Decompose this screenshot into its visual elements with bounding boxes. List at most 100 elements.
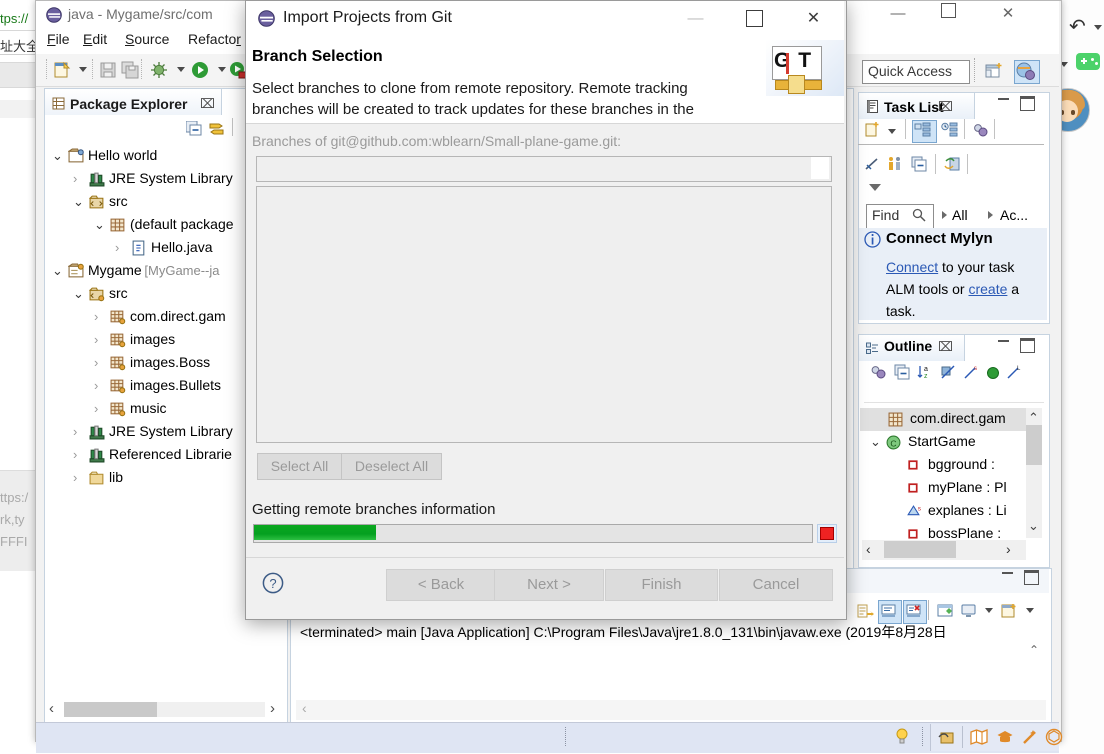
chevron-down-icon[interactable]: ⌄	[73, 286, 84, 302]
eclipse-minimize-button[interactable]: —	[875, 1, 921, 27]
synchronize-icon[interactable]	[972, 122, 989, 138]
collapse-all-icon[interactable]	[186, 121, 202, 136]
dialog-close-button[interactable]: ✕	[784, 1, 843, 37]
presentation-icon[interactable]	[887, 156, 904, 172]
run-dropdown-arrow-icon[interactable]	[218, 67, 226, 72]
new-dropdown-arrow-icon[interactable]	[79, 67, 87, 72]
undo-dropdown-arrow-icon[interactable]	[1094, 25, 1102, 30]
task-filter-active[interactable]: Ac...	[1000, 207, 1028, 223]
search-icon[interactable]	[912, 208, 926, 222]
tree-item-images-bullets[interactable]: › images.Bullets	[0, 375, 238, 398]
java-perspective-icon[interactable]	[1014, 60, 1040, 84]
outline-item-bgground[interactable]: bgground :	[860, 454, 1028, 477]
task-filter-all[interactable]: All	[952, 207, 968, 223]
maximize-icon[interactable]	[1020, 96, 1035, 111]
new-wizard-icon[interactable]	[53, 61, 71, 79]
vscroll-up-arrow[interactable]: ⌃	[1028, 410, 1039, 426]
help-icon[interactable]: ?	[262, 572, 284, 594]
collapse-all-icon[interactable]	[911, 156, 928, 172]
outline-item-myplane-pl[interactable]: myPlane : Pl	[860, 477, 1028, 500]
tree-item-music[interactable]: › music	[0, 398, 238, 421]
hide-nonpublic-icon[interactable]	[987, 367, 999, 379]
menu-edit[interactable]: Edit	[83, 31, 107, 47]
minimize-icon[interactable]	[1002, 572, 1013, 574]
open-console-icon[interactable]	[937, 603, 954, 619]
save-icon[interactable]	[99, 61, 117, 79]
tree-item-images-boss[interactable]: › images.Boss	[0, 352, 238, 375]
chevron-right-icon[interactable]: ›	[94, 401, 98, 416]
chevron-down-icon[interactable]: ⌄	[73, 194, 84, 210]
filter-all-arrow-icon[interactable]	[942, 211, 947, 219]
outline-item-startgame[interactable]: ⌄ C StartGame	[860, 431, 1028, 454]
tree-item-src[interactable]: ⌄ src	[0, 283, 238, 306]
branch-filter-input[interactable]	[256, 156, 832, 182]
next-button[interactable]: Next >	[494, 569, 604, 601]
close-icon[interactable]: ⌧	[938, 99, 953, 115]
new-console-icon[interactable]	[1001, 603, 1018, 619]
restore-icon[interactable]	[944, 156, 961, 172]
tree-item-com-direct-gam[interactable]: › com.direct.gam	[0, 306, 238, 329]
open-perspective-icon[interactable]	[985, 62, 1004, 80]
chevron-down-icon[interactable]: ⌄	[52, 148, 63, 164]
scheduled-icon[interactable]	[941, 122, 958, 138]
view-menu-icon[interactable]	[869, 184, 881, 191]
collapse-all-icon[interactable]	[894, 364, 911, 380]
new-console-dropdown-arrow-icon[interactable]	[1026, 608, 1034, 613]
minimize-icon[interactable]	[998, 98, 1009, 100]
select-all-button[interactable]: Select All	[257, 453, 342, 480]
display-selected-console-icon[interactable]	[960, 603, 977, 619]
chevron-down-icon[interactable]: ⌄	[52, 263, 63, 279]
new-task-icon[interactable]	[864, 122, 881, 138]
chevron-right-icon[interactable]: ›	[115, 240, 119, 255]
display-dropdown-arrow-icon[interactable]	[985, 608, 993, 613]
tree-item-src[interactable]: ⌄ src	[0, 191, 238, 214]
console-hscrollbar[interactable]: ‹	[296, 700, 1046, 720]
chevron-right-icon[interactable]: ›	[94, 332, 98, 347]
chevron-right-icon[interactable]: ›	[94, 309, 98, 324]
finish-button[interactable]: Finish	[605, 569, 718, 601]
maximize-icon[interactable]	[1020, 338, 1035, 353]
deselect-all-button[interactable]: Deselect All	[341, 453, 442, 480]
sync-icon[interactable]	[870, 364, 887, 380]
chevron-down-icon[interactable]: ⌄	[870, 434, 881, 450]
chevron-right-icon[interactable]: ›	[73, 447, 77, 462]
tree-item-mygame[interactable]: ⌄ Mygame [MyGame--ja	[0, 260, 238, 283]
chevron-right-icon[interactable]: ›	[94, 355, 98, 370]
cancel-button[interactable]: Cancel	[719, 569, 833, 601]
close-icon[interactable]: ⌧	[200, 96, 215, 112]
branch-list[interactable]	[256, 186, 832, 443]
close-icon[interactable]: ⌧	[938, 339, 953, 355]
chevron-right-icon[interactable]: ›	[73, 171, 77, 186]
vscroll-thumb[interactable]	[1026, 425, 1042, 465]
map-icon[interactable]	[970, 728, 988, 746]
remove-all-icon[interactable]	[857, 603, 874, 619]
tree-item-images[interactable]: › images	[0, 329, 238, 352]
dialog-minimize-button[interactable]: —	[666, 1, 725, 37]
debug-dropdown-arrow-icon[interactable]	[177, 67, 185, 72]
sort-icon[interactable]: a z	[917, 364, 934, 380]
hscroll-thumb[interactable]	[884, 541, 956, 558]
chevron-right-icon[interactable]: ›	[73, 470, 77, 485]
chevron-right-icon[interactable]: ›	[73, 424, 77, 439]
hide-static-icon[interactable]: s	[963, 364, 980, 380]
dialog-maximize-button[interactable]	[725, 1, 784, 37]
chevron-down-icon[interactable]: ⌄	[94, 217, 105, 233]
tree-item-referenced-librarie[interactable]: › Referenced Librarie	[0, 444, 238, 467]
hscroll-left-arrow[interactable]: ‹	[49, 700, 54, 717]
maximize-icon[interactable]	[1024, 570, 1039, 585]
run-icon[interactable]	[191, 61, 209, 79]
save-all-icon[interactable]	[121, 61, 139, 79]
tree-item-default-package[interactable]: ⌄ (default package	[0, 214, 238, 237]
hide-fields-icon[interactable]	[940, 364, 957, 380]
vscroll-down-arrow[interactable]: ⌄	[1028, 518, 1039, 534]
feedback-icon[interactable]	[937, 728, 955, 746]
undo-arrow-icon[interactable]: ↶	[1069, 14, 1086, 39]
magic-wand-icon[interactable]	[1021, 728, 1039, 746]
new-task-dropdown-arrow-icon[interactable]	[888, 129, 896, 134]
back-button[interactable]: < Back	[386, 569, 496, 601]
quick-fix-bulb-icon[interactable]	[895, 728, 909, 746]
tree-item-jre-system-library[interactable]: › JRE System Library	[0, 421, 238, 444]
filter-active-arrow-icon[interactable]	[988, 211, 993, 219]
menu-refactor[interactable]: Refactor	[188, 31, 241, 47]
badge-icon[interactable]	[1045, 728, 1063, 746]
